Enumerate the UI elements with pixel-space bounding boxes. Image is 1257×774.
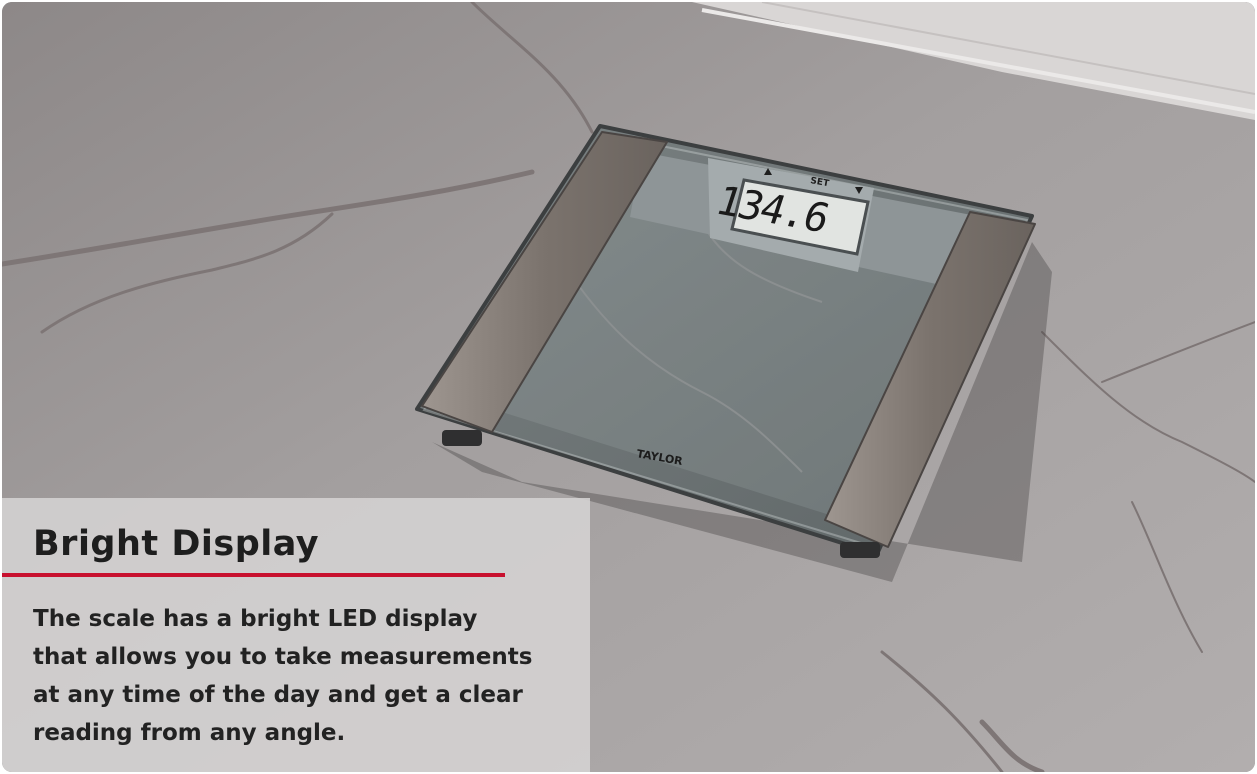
caption-line: at any time of the day and get a clear <box>33 682 523 708</box>
caption-line: that allows you to take measurements <box>33 644 533 670</box>
scale-foot-right <box>840 542 880 558</box>
caption-line: reading from any angle. <box>33 720 346 746</box>
scale-foot-left <box>442 430 482 446</box>
caption-accent-rule <box>2 573 505 577</box>
caption-body: The scale has a bright LED display that … <box>33 600 573 752</box>
product-photo-frame: SET 134.6 TAYLOR Bright Display The scal… <box>2 2 1255 772</box>
caption-line: The scale has a bright LED display <box>33 606 478 632</box>
caption-title: Bright Display <box>33 524 320 564</box>
